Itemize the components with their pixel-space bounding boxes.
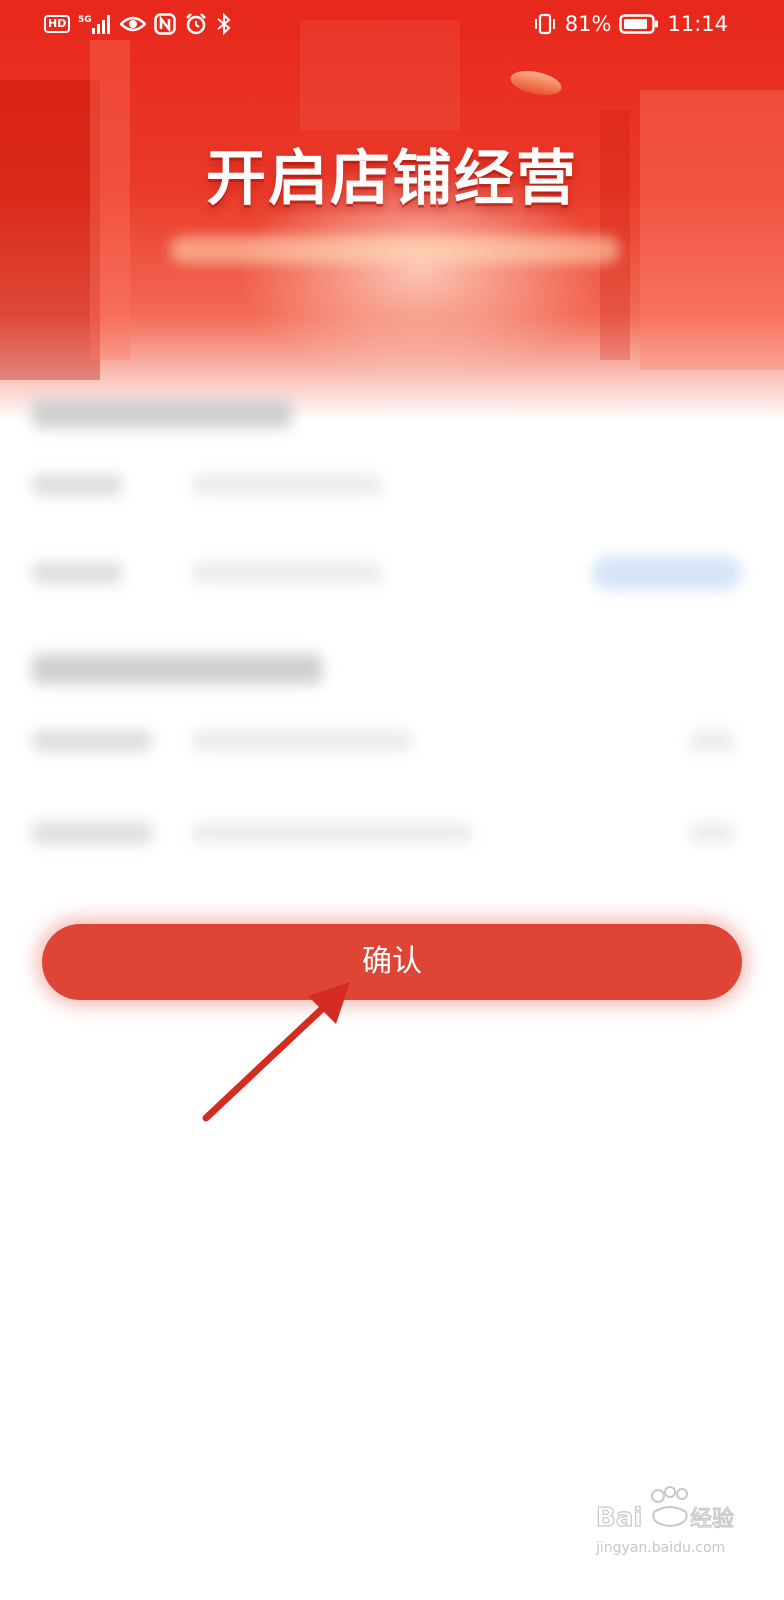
field-suffix-blurred xyxy=(690,823,734,843)
hero-banner: 开启店铺经营 xyxy=(0,0,784,420)
coin-decoration xyxy=(508,66,564,100)
field-label-blurred xyxy=(32,730,152,752)
field-value-blurred xyxy=(192,823,472,843)
hd-badge: HD xyxy=(44,15,71,33)
battery-icon xyxy=(619,13,659,35)
svg-text:经验: 经验 xyxy=(690,1507,734,1532)
vibrate-icon xyxy=(533,13,557,35)
status-bar-right: 81% 11:14 xyxy=(533,10,728,38)
form-section-heading-blurred xyxy=(32,398,292,428)
alarm-icon xyxy=(184,12,208,36)
status-time: 11:14 xyxy=(667,12,728,36)
field-label-blurred xyxy=(32,562,122,584)
battery-percentage: 81% xyxy=(564,12,612,36)
field-label-blurred xyxy=(32,822,152,844)
status-bar-left: HD 5G xyxy=(44,10,232,38)
bluetooth-icon xyxy=(216,12,232,36)
annotation-arrow-icon xyxy=(202,982,350,1122)
svg-text:jingyan.baidu.com: jingyan.baidu.com xyxy=(595,1540,725,1556)
page-title: 开启店铺经营 xyxy=(206,144,578,214)
form-row-blurred[interactable] xyxy=(0,542,784,602)
field-value-blurred xyxy=(192,731,412,751)
hero-subtitle-blurred xyxy=(170,236,620,264)
svg-text:Bai: Bai xyxy=(596,1503,642,1533)
baidu-watermark-logo: Bai 经验 jingyan.baidu.com xyxy=(595,1486,735,1556)
field-action-chip-blurred[interactable] xyxy=(592,556,742,590)
form-row-blurred[interactable] xyxy=(0,710,784,770)
field-value-blurred xyxy=(192,475,382,495)
eye-icon xyxy=(120,14,147,34)
confirm-button[interactable]: 确认 xyxy=(42,924,742,1000)
status-bar: HD 5G 81% 11:14 xyxy=(0,0,784,48)
network-type-label: 5G xyxy=(78,15,92,25)
form-row-blurred[interactable] xyxy=(0,454,784,514)
nfc-icon xyxy=(154,13,177,35)
banner-building-decoration xyxy=(0,80,100,380)
field-value-blurred xyxy=(192,563,382,583)
field-label-blurred xyxy=(32,474,122,496)
form-row-blurred[interactable] xyxy=(0,802,784,862)
shop-info-form xyxy=(0,370,784,890)
form-section-heading-blurred xyxy=(32,654,322,684)
field-suffix-blurred xyxy=(690,731,734,751)
signal-icon: 5G xyxy=(78,13,112,35)
